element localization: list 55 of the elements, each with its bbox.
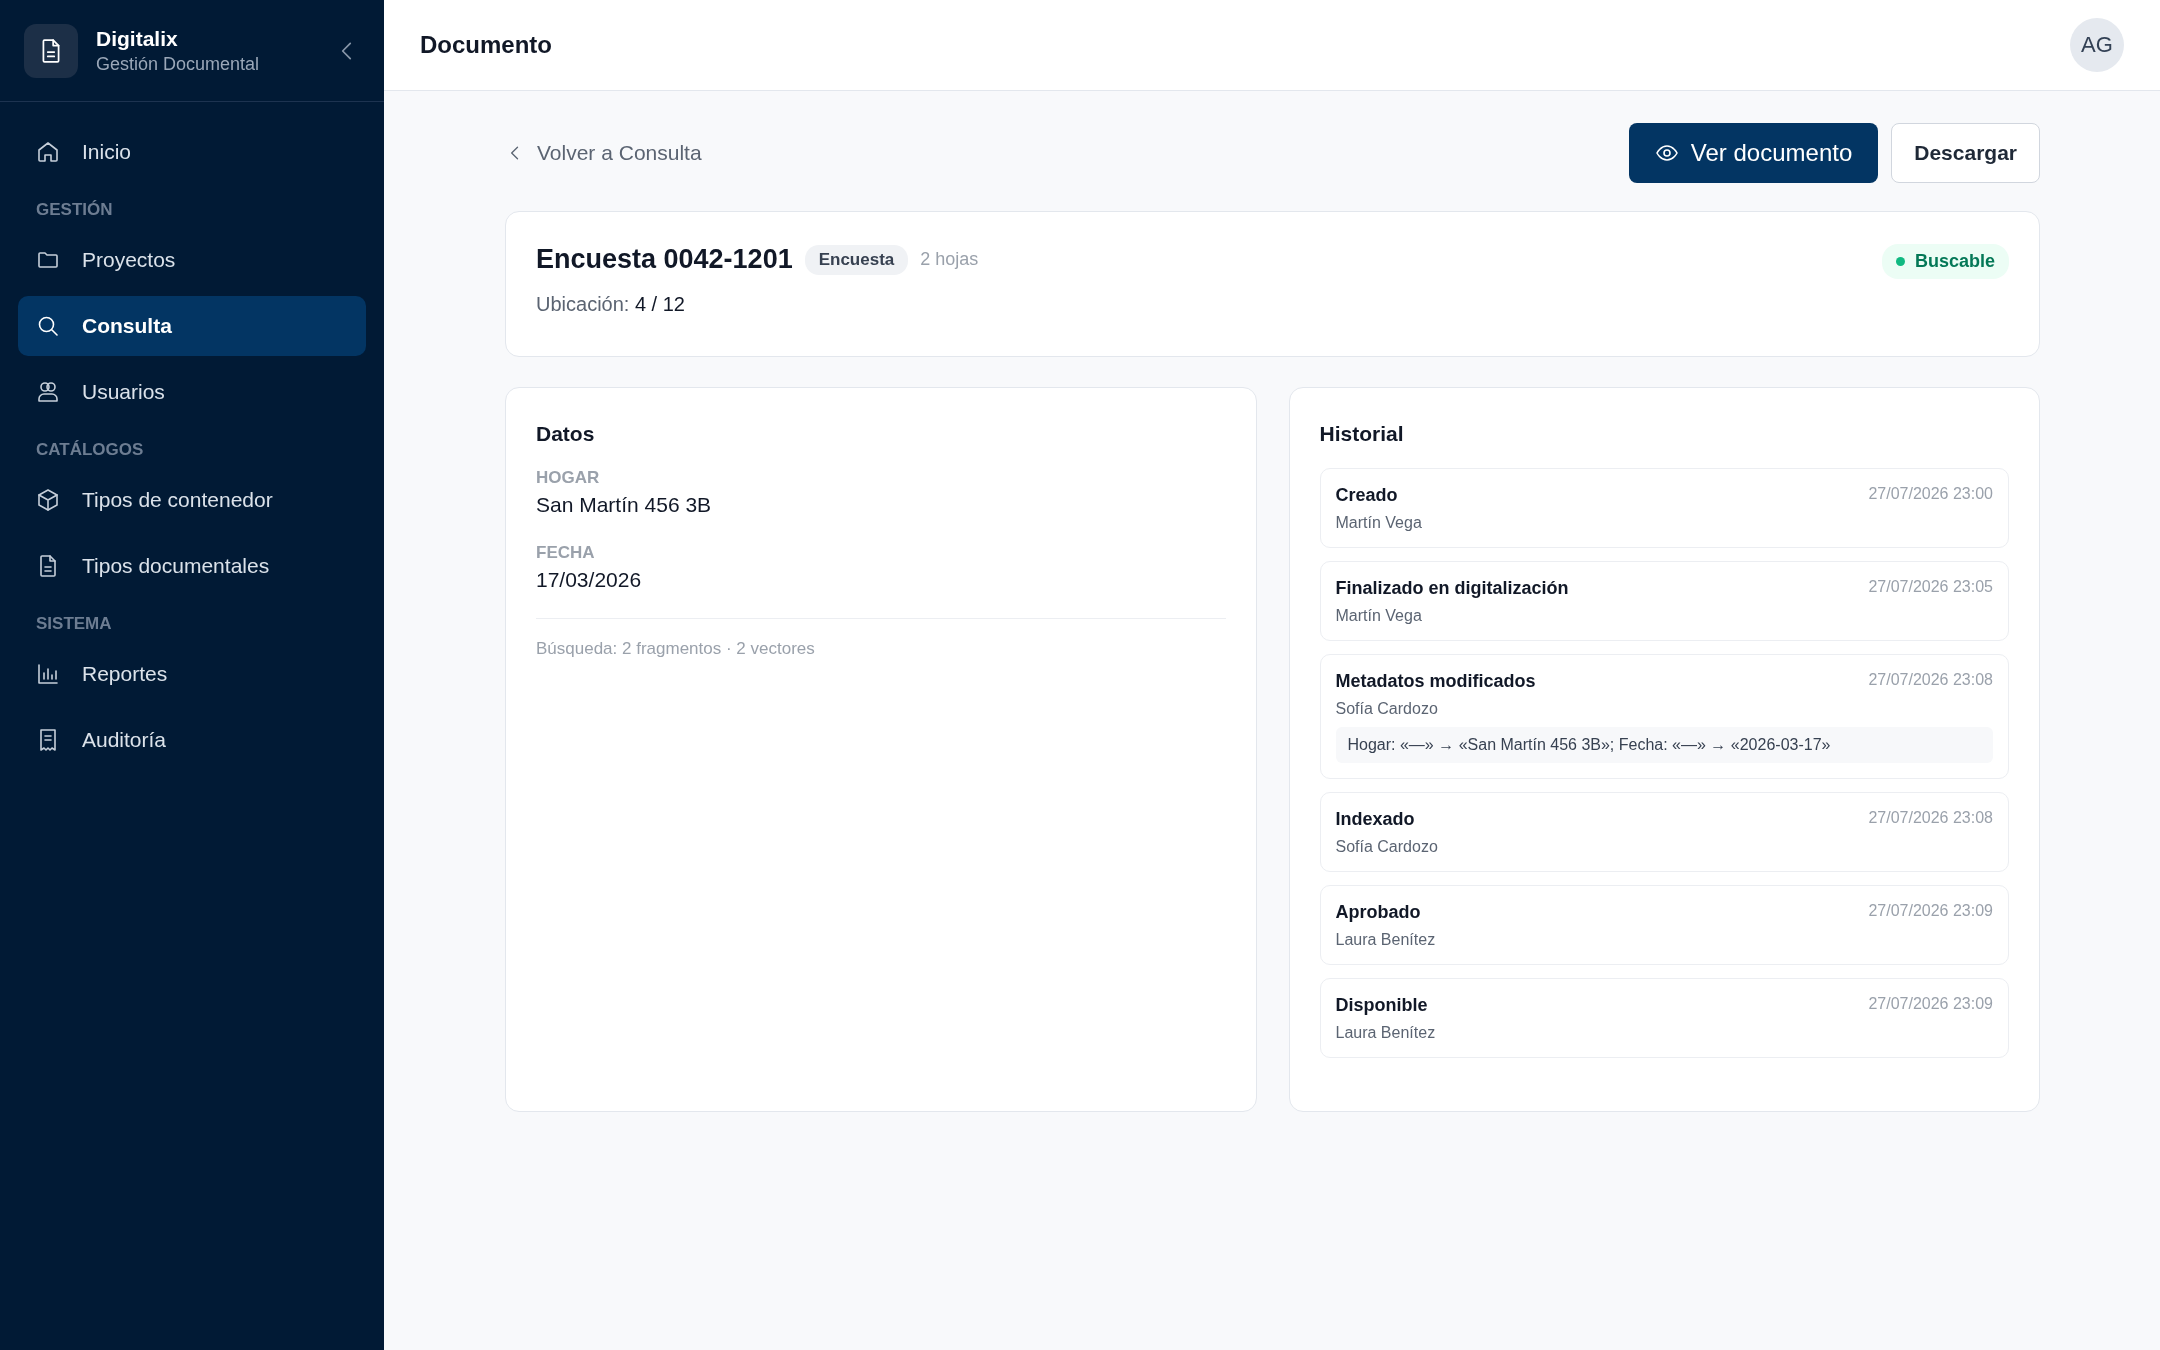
- event-user: Sofía Cardozo: [1335, 838, 1439, 856]
- event-time: 27/07/2026 23:09: [1868, 902, 1993, 920]
- back-link[interactable]: Volver a Consulta: [505, 141, 702, 165]
- nav-item[interactable]: Tipos de contenedor: [18, 470, 366, 530]
- location-text: Ubicación: 4 / 12: [536, 293, 686, 316]
- bar-chart-icon: [36, 662, 60, 686]
- card-title: Datos: [536, 422, 596, 446]
- brand-name: Digitalix: [96, 26, 179, 51]
- nav-item[interactable]: Consulta: [18, 296, 366, 356]
- type-badge: Encuesta: [804, 244, 909, 275]
- nav-item[interactable]: Reportes: [18, 644, 366, 704]
- view-document-button[interactable]: Ver documento: [1628, 123, 1879, 183]
- field-value: San Martín 456 3B: [536, 493, 713, 517]
- page-count: 2 hojas: [920, 249, 979, 270]
- document-title: Encuesta 0042-1201: [536, 244, 793, 275]
- event-time: 27/07/2026 23:05: [1868, 578, 1993, 596]
- event-name: Finalizado en digitalización: [1335, 578, 1569, 599]
- event-name: Disponible: [1335, 995, 1428, 1016]
- cube-icon: [36, 488, 60, 512]
- event-user: Sofía Cardozo: [1335, 700, 1439, 718]
- event-name: Creado: [1335, 485, 1398, 506]
- users-icon: [36, 380, 60, 404]
- page-title: Documento: [420, 31, 552, 59]
- field-value: 17/03/2026: [536, 568, 643, 592]
- change-detail: Hogar: «—» → «San Martín 456 3B»; Fecha: «—» → «2026-03-17»: [1335, 727, 1993, 763]
- home-icon: [36, 140, 60, 164]
- search-icon: [36, 314, 60, 338]
- event-user: Laura Benítez: [1335, 1024, 1437, 1042]
- section-label: SISTEMA: [35, 613, 113, 635]
- section-label: CATÁLOGOS: [35, 439, 145, 461]
- user-avatar[interactable]: AG: [2070, 18, 2124, 72]
- field-label: FECHA: [536, 543, 596, 563]
- back-link-label[interactable]: Volver a Consulta: [537, 141, 702, 165]
- event-time: 27/07/2026 23:08: [1868, 809, 1993, 827]
- nav-item[interactable]: Tipos documentales: [18, 536, 366, 596]
- nav-item[interactable]: Usuarios: [18, 362, 366, 422]
- download-button[interactable]: Descargar: [1891, 123, 2040, 183]
- event-time: 27/07/2026 23:09: [1868, 995, 1993, 1013]
- nav-item[interactable]: Proyectos: [18, 230, 366, 290]
- nav-item[interactable]: Auditoría: [18, 710, 366, 770]
- event-user: Martín Vega: [1335, 514, 1423, 532]
- event-time: 27/07/2026 23:00: [1868, 485, 1993, 503]
- brand-subtitle: Gestión Documental: [96, 53, 261, 75]
- event-user: Laura Benítez: [1335, 931, 1437, 949]
- nav-item[interactable]: Inicio: [18, 122, 366, 182]
- event-time: 27/07/2026 23:08: [1868, 671, 1993, 689]
- card-title: Historial: [1319, 422, 1405, 446]
- event-user: Martín Vega: [1335, 607, 1423, 625]
- event-name: Metadatos modificados: [1335, 671, 1536, 692]
- status-badge: Buscable: [1881, 244, 2009, 279]
- field-label: HOGAR: [536, 468, 601, 488]
- section-label: GESTIÓN: [35, 199, 114, 221]
- event-name: Indexado: [1335, 809, 1415, 830]
- search-stats: Búsqueda: 2 fragmentos · 2 vectores: [536, 639, 816, 659]
- event-name: Aprobado: [1335, 902, 1421, 923]
